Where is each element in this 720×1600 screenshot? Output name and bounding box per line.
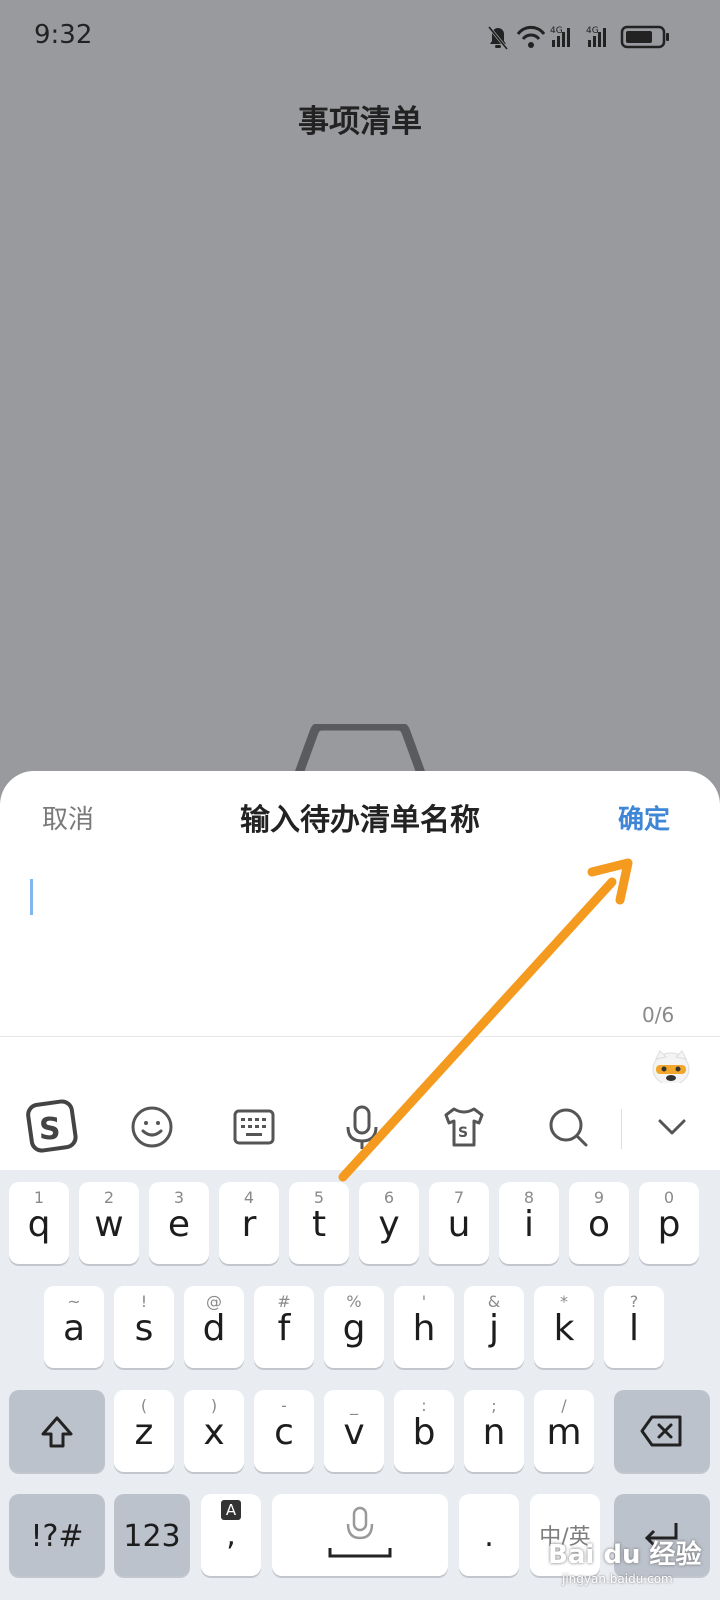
- key-q[interactable]: 1q: [9, 1182, 69, 1264]
- svg-text:4G: 4G: [550, 26, 563, 36]
- period-key[interactable]: .: [459, 1494, 519, 1576]
- divider: [0, 1036, 720, 1037]
- svg-text:4G: 4G: [586, 26, 599, 36]
- shift-icon: [41, 1416, 73, 1448]
- text-caret: [30, 879, 33, 915]
- keyboard-toolbar: S S: [0, 1083, 720, 1171]
- assistant-mascot-icon[interactable]: [650, 1047, 692, 1087]
- key-a[interactable]: ~ a: [44, 1286, 104, 1368]
- baidu-jingyan-watermark: Bai du 经验 jingyan.baidu.com: [540, 1528, 720, 1594]
- key-l[interactable]: ? l: [604, 1286, 664, 1368]
- signal-4g-icon: 4G: [550, 26, 570, 47]
- search-icon[interactable]: [540, 1099, 596, 1155]
- key-i[interactable]: 8i: [499, 1182, 559, 1264]
- key-o[interactable]: 9o: [569, 1182, 629, 1264]
- collapse-chevron-icon[interactable]: [644, 1099, 700, 1155]
- key-p[interactable]: 0p: [639, 1182, 699, 1264]
- key-t[interactable]: 5t: [289, 1182, 349, 1264]
- space-key[interactable]: [272, 1494, 448, 1576]
- watermark-brand: Bai du 经验: [548, 1540, 702, 1570]
- bell-muted-icon: [487, 26, 509, 50]
- key-g[interactable]: % g: [324, 1286, 384, 1368]
- key-w[interactable]: 2w: [79, 1182, 139, 1264]
- key-n[interactable]: ; n: [464, 1390, 524, 1472]
- toolbar-separator: [621, 1109, 622, 1149]
- backspace-key[interactable]: [614, 1390, 710, 1472]
- key-d[interactable]: @ d: [184, 1286, 244, 1368]
- key-u[interactable]: 7u: [429, 1182, 489, 1264]
- space-mic-icon: [328, 1506, 392, 1558]
- key-j[interactable]: & j: [464, 1286, 524, 1368]
- sheet-title: 输入待办清单名称: [240, 803, 480, 838]
- key-f[interactable]: # f: [254, 1286, 314, 1368]
- comma-hint-badge: A: [221, 1500, 241, 1520]
- svg-text:S: S: [39, 1112, 61, 1147]
- key-c[interactable]: -c: [254, 1390, 314, 1472]
- status-icons: 4G 4G: [486, 24, 686, 54]
- key-e[interactable]: 3e: [149, 1182, 209, 1264]
- confirm-button[interactable]: 确定: [618, 799, 670, 836]
- skin-icon[interactable]: S: [436, 1099, 492, 1155]
- char-count: 0/6: [642, 1003, 675, 1027]
- key-h[interactable]: ' h: [394, 1286, 454, 1368]
- key-v[interactable]: _ v: [324, 1390, 384, 1472]
- key-r[interactable]: 4r: [219, 1182, 279, 1264]
- sogou-logo-icon[interactable]: S: [24, 1099, 80, 1155]
- shift-key[interactable]: [9, 1390, 105, 1472]
- numbers-key[interactable]: 123: [114, 1494, 190, 1576]
- page-title: 事项清单: [298, 104, 422, 140]
- watermark-url: jingyan.baidu.com: [562, 1572, 673, 1586]
- svg-text:S: S: [458, 1125, 468, 1141]
- status-time: 9:32: [34, 20, 93, 50]
- list-name-input[interactable]: [20, 861, 700, 991]
- key-k[interactable]: * k: [534, 1286, 594, 1368]
- comma-key[interactable]: A ,: [201, 1494, 261, 1576]
- keyboard-icon[interactable]: [226, 1099, 282, 1155]
- microphone-icon[interactable]: [334, 1099, 390, 1155]
- key-s[interactable]: ! s: [114, 1286, 174, 1368]
- key-m[interactable]: / m: [534, 1390, 594, 1472]
- symbols-key[interactable]: !?#: [9, 1494, 105, 1576]
- signal-4g-icon: 4G: [586, 26, 606, 47]
- battery-icon: [620, 25, 669, 49]
- key-b[interactable]: :b: [394, 1390, 454, 1472]
- key-y[interactable]: 6y: [359, 1182, 419, 1264]
- key-x[interactable]: ) x: [184, 1390, 244, 1472]
- wifi-icon: [516, 25, 546, 48]
- backspace-icon: [640, 1415, 682, 1447]
- emoji-icon[interactable]: [124, 1099, 180, 1155]
- key-z[interactable]: (z: [114, 1390, 174, 1472]
